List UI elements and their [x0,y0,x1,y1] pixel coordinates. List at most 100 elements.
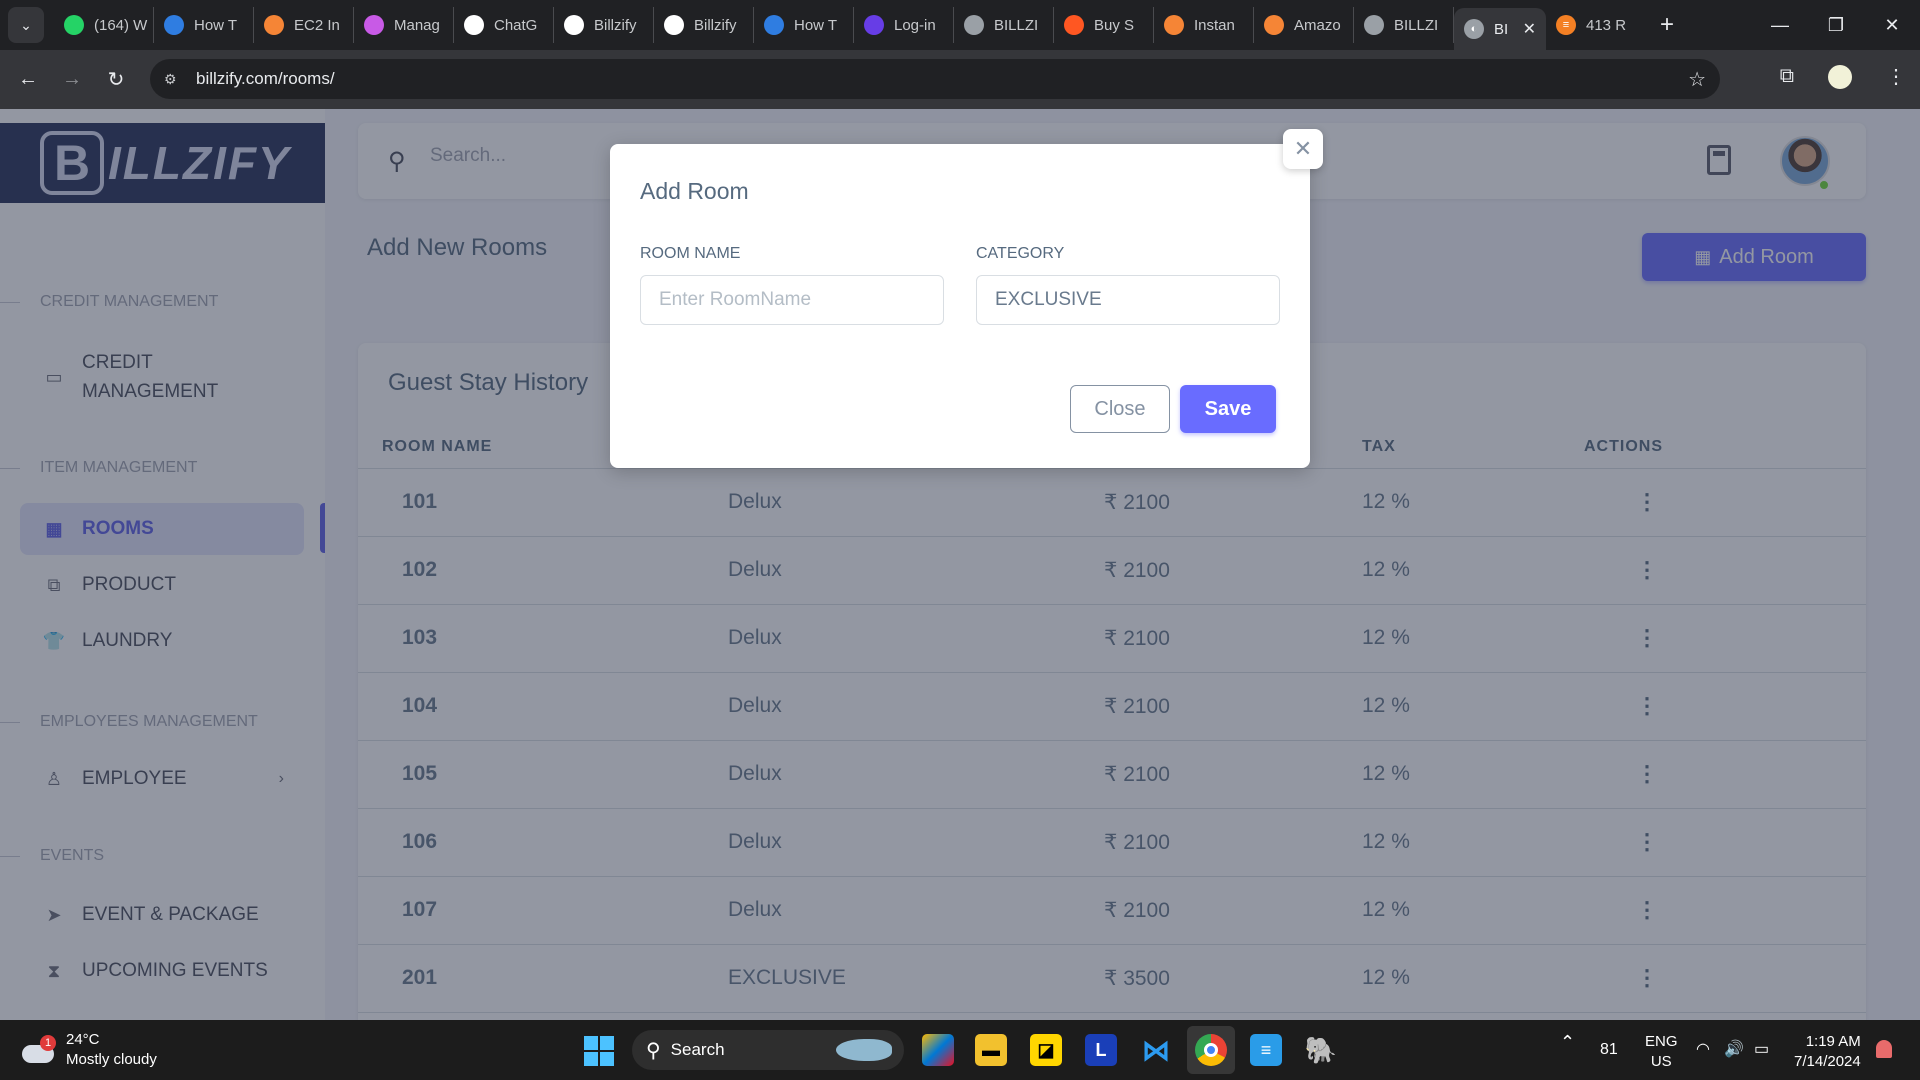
address-bar-row: ← → ↻ ⚙ billzify.com/rooms/ ☆ ⧉ ⋮ [0,50,1920,109]
reload-icon[interactable]: ↻ [94,67,138,92]
url-bar[interactable]: ⚙ billzify.com/rooms/ ☆ [150,59,1720,99]
browser-tab[interactable]: How T [754,7,854,43]
tab-label: BI [1494,20,1509,38]
tab-active[interactable]: ◐ BI ✕ [1454,8,1546,50]
weather-temp: 24°C [66,1031,100,1048]
notepad-icon[interactable]: ≡ [1250,1034,1282,1066]
back-icon[interactable]: ← [6,68,50,91]
copilot-icon[interactable] [922,1034,954,1066]
close-button[interactable]: Close [1070,385,1170,433]
browser-tab[interactable]: Instan [1154,7,1254,43]
browser-tab[interactable]: Amazo [1254,7,1354,43]
browser-tab[interactable]: EC2 In [254,7,354,43]
browser-tab[interactable]: ChatG [454,7,554,43]
close-icon[interactable]: ✕ [1523,19,1536,39]
hostinger-icon [864,15,884,35]
extensions-icon[interactable]: ⧉ [1780,65,1794,88]
tab-strip: (164) W How T EC2 In Manag ChatG Billzify Bill… [54,0,1454,50]
language-indicator[interactable]: ENG US [1645,1032,1678,1072]
battery-icon[interactable]: ▭ [1754,1040,1769,1060]
browser-tab[interactable]: BILLZI [954,7,1054,43]
windows-start-icon[interactable] [584,1036,614,1066]
loop-icon [764,15,784,35]
globe-icon [964,15,984,35]
whatsapp-icon [64,15,84,35]
buy-icon [1064,15,1084,35]
browser-tab[interactable]: BILLZI [1354,7,1454,43]
weather-desc: Mostly cloudy [66,1051,157,1068]
search-highlight-icon [836,1039,892,1061]
tab-label: Amazo [1294,16,1341,34]
tab-label: ChatG [494,16,538,34]
aws-icon [264,15,284,35]
tab-label: How T [794,16,838,34]
postgres-icon[interactable]: 🐘 [1305,1034,1337,1066]
save-button[interactable]: Save [1180,385,1276,433]
clock-time: 1:19 AM [1805,1033,1861,1050]
minimize-icon[interactable]: — [1752,15,1808,36]
chrome-icon[interactable] [1187,1026,1235,1074]
window-controls: — ❐ ✕ [1752,0,1920,50]
tab-label: Billzify [694,16,737,34]
tab-label: 413 R [1586,16,1627,34]
site-info-icon[interactable]: ⚙ [164,71,186,88]
vscode-icon[interactable]: ⋈ [1140,1034,1172,1066]
browser-tab[interactable]: (164) W [54,7,154,43]
taskbar: 1 24°C Mostly cloudy ⚲ Search ▬ ◪ L ⋈ ≡ … [0,1020,1920,1080]
file-explorer-icon[interactable]: ▬ [975,1034,1007,1066]
menu-kebab-icon[interactable]: ⋮ [1886,64,1906,89]
clock[interactable]: 1:19 AM 7/14/2024 [1794,1032,1861,1072]
wifi-icon[interactable]: ◠ [1696,1040,1710,1060]
category-input[interactable] [976,275,1280,325]
browser-tab[interactable]: How T [154,7,254,43]
tab-label: How T [194,16,238,34]
chevron-up-icon[interactable]: ⌃ [1560,1032,1575,1052]
loop-icon [164,15,184,35]
weather-widget[interactable]: 1 24°C Mostly cloudy [20,1030,157,1070]
add-room-modal: Add Room ROOM NAME CATEGORY Close Save [610,144,1310,468]
browser-tab[interactable]: Log-in [854,7,954,43]
instance-icon [1164,15,1184,35]
tab-search-button[interactable]: ⌄ [8,7,44,43]
globe-icon: ◐ [1464,19,1484,39]
browser-tab[interactable]: Billzify [554,7,654,43]
modal-title: Add Room [640,178,749,204]
clock-date: 7/14/2024 [1794,1053,1861,1070]
toolbar-right: ⧉ ⋮ [1780,64,1906,89]
github-icon [564,15,584,35]
l-app-icon[interactable]: L [1085,1034,1117,1066]
cube-icon [364,15,384,35]
new-tab-button[interactable]: + [1660,11,1674,39]
browser-tab[interactable]: Billzify [654,7,754,43]
tab-label: Manag [394,16,440,34]
tab-label: BILLZI [1394,16,1439,34]
tab-stackoverflow[interactable]: ≡ 413 R [1546,7,1646,43]
restore-icon[interactable]: ❐ [1808,15,1864,36]
category-label: CATEGORY [976,245,1065,262]
tab-label: Log-in [894,16,936,34]
browser-tab-bar: ⌄ (164) W How T EC2 In Manag ChatG Billzify Bi… [0,0,1920,50]
tab-label: Buy S [1094,16,1135,34]
sticky-notes-icon[interactable]: ◪ [1030,1034,1062,1066]
forward-icon[interactable]: → [50,68,94,91]
tab-label: EC2 In [294,16,340,34]
profile-avatar[interactable] [1828,64,1852,89]
language-label: ENG [1645,1033,1678,1050]
chatgpt-icon [464,15,484,35]
room-name-input[interactable] [640,275,944,325]
url-text: billzify.com/rooms/ [196,69,335,88]
bookmark-star-icon[interactable]: ☆ [1688,67,1706,92]
room-name-label: ROOM NAME [640,245,741,262]
notification-badge: 1 [40,1035,56,1051]
notification-bell-icon[interactable] [1876,1040,1892,1058]
volume-icon[interactable]: 🔊 [1724,1040,1744,1060]
cloud-icon: 1 [20,1035,56,1065]
taskbar-search[interactable]: ⚲ Search [632,1030,904,1070]
browser-tab[interactable]: Buy S [1054,7,1154,43]
search-icon: ⚲ [646,1039,661,1062]
modal-close-icon[interactable]: ✕ [1283,129,1323,169]
tab-label: Instan [1194,16,1235,34]
tab-label: BILLZI [994,16,1039,34]
browser-tab[interactable]: Manag [354,7,454,43]
close-window-icon[interactable]: ✕ [1864,15,1920,36]
